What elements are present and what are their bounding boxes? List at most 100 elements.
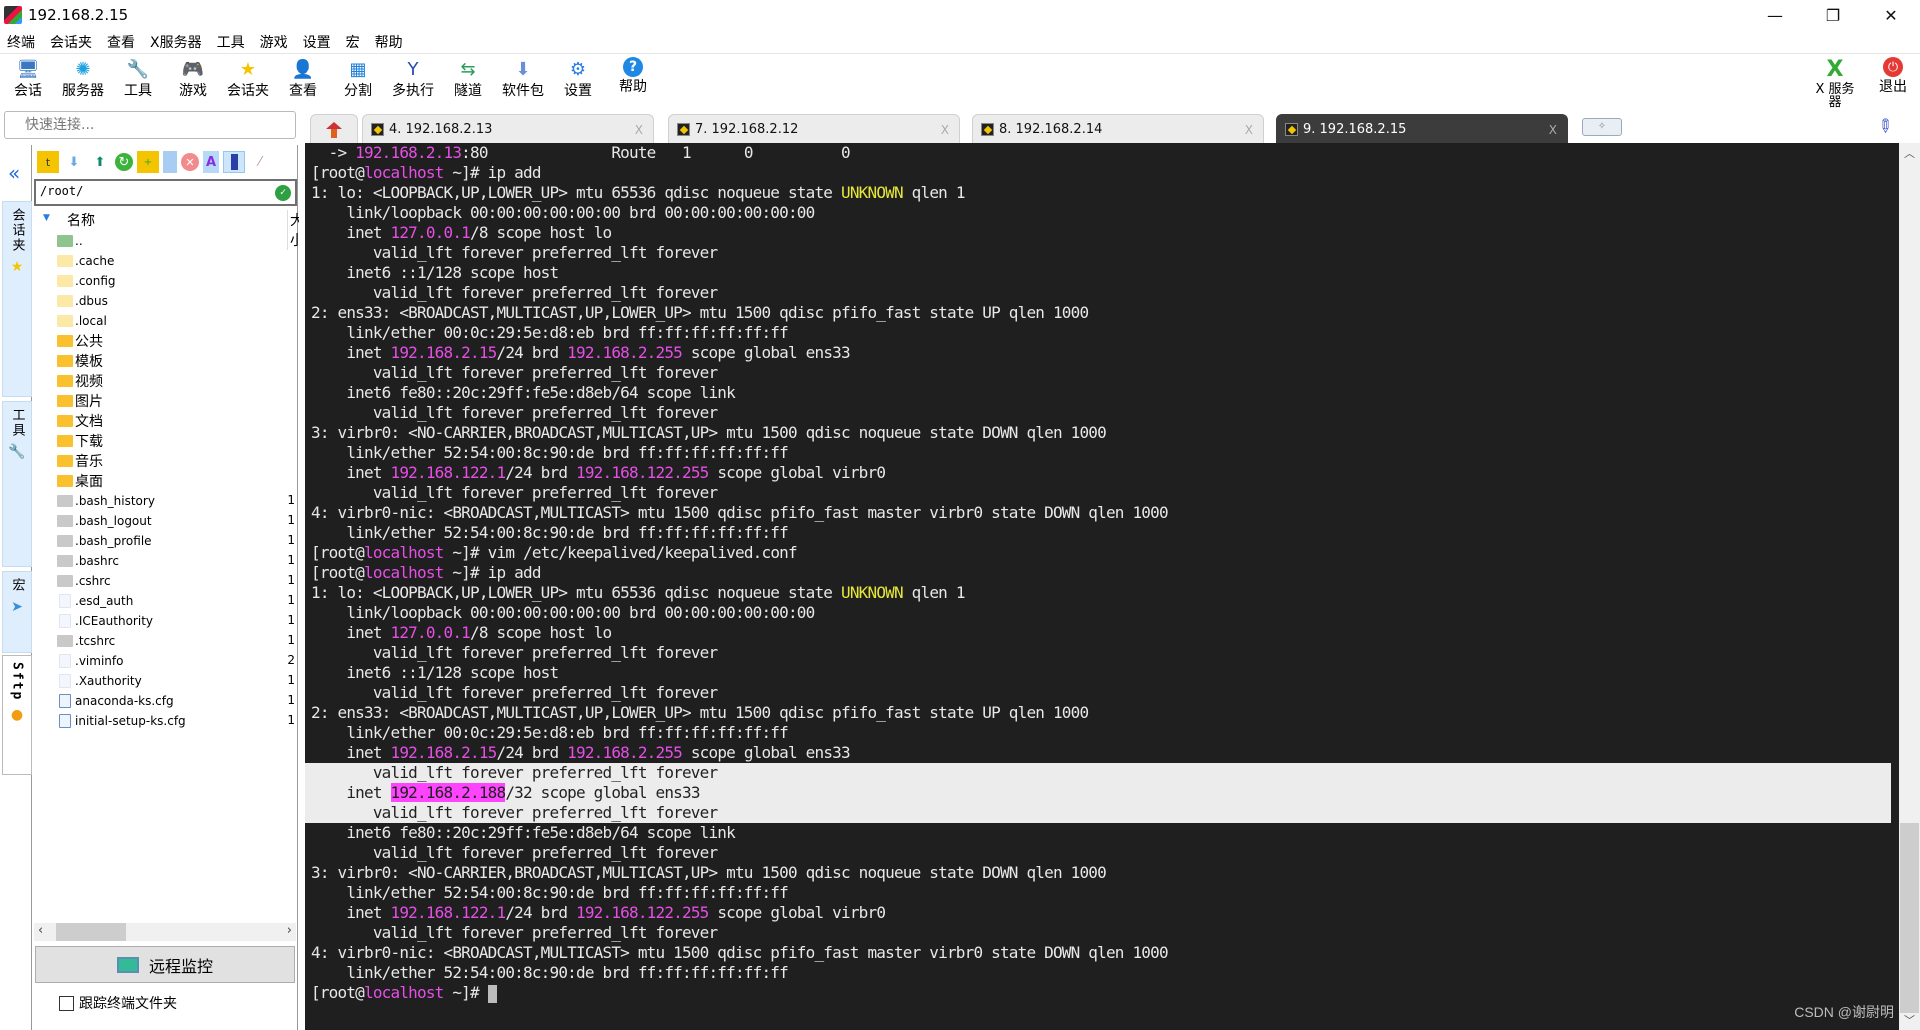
file-row[interactable]: 视频 (33, 371, 297, 391)
file-row[interactable]: .bash_history 1 (33, 491, 297, 511)
minimize-button[interactable]: — (1746, 0, 1804, 30)
toolbar-power[interactable]: ⏻ 退出 (1866, 55, 1920, 107)
scroll-down-icon[interactable]: ﹀ (1904, 1012, 1915, 1028)
scroll-right-icon[interactable]: › (287, 923, 292, 938)
sftp-path-input[interactable]: /root/ ✓ (34, 179, 297, 206)
path-ok-icon[interactable]: ✓ (275, 185, 291, 201)
toolbar-x-server[interactable]: XX 服务器 (1808, 55, 1862, 110)
menu-item[interactable]: 会话夹 (43, 32, 100, 52)
refresh-icon[interactable]: ↻ (115, 153, 133, 171)
watermark: CSDN @谢尉明 (1794, 1004, 1894, 1020)
toolbar-packages[interactable]: ⬇ 软件包 (496, 55, 550, 107)
collapse-sidebar-icon[interactable]: « (8, 161, 20, 185)
file-row[interactable]: .Xauthority 1 (33, 671, 297, 691)
new-file-icon[interactable] (163, 151, 177, 173)
sidetab-宏[interactable]: 宏 ➤ (2, 571, 32, 653)
toolbar-star[interactable]: ★ 会话夹 (221, 55, 275, 107)
file-row[interactable]: .viminfo 2 (33, 651, 297, 671)
file-row[interactable]: .bash_logout 1 (33, 511, 297, 531)
checkbox[interactable] (59, 995, 74, 1011)
delete-icon[interactable]: ✕ (181, 153, 199, 171)
toolbar-split[interactable]: ▦ 分割 (331, 55, 385, 107)
toolbar-settings[interactable]: ⚙ 设置 (551, 55, 605, 107)
column-name[interactable]: 名称 (67, 210, 95, 230)
horizontal-scrollbar[interactable]: ‹ › (34, 923, 296, 941)
file-row[interactable]: 文档 (33, 411, 297, 431)
file-row[interactable]: 桌面 (33, 471, 297, 491)
tab-close-icon[interactable]: X (1245, 123, 1253, 137)
scroll-up-icon[interactable]: ︿ (1904, 145, 1915, 161)
remote-monitoring-button[interactable]: 远程监控 (35, 946, 295, 983)
file-row[interactable]: .tcshrc 1 (33, 631, 297, 651)
toolbar-multiexec[interactable]: Y 多执行 (386, 55, 440, 107)
file-row[interactable]: .. (33, 231, 297, 251)
sidetab-会话夹[interactable]: 会话夹 ★ (2, 201, 32, 397)
tab-close-icon[interactable]: X (941, 123, 949, 137)
download-icon[interactable]: ⬇ (63, 151, 85, 173)
file-row[interactable]: .local (33, 311, 297, 331)
toolbar-session[interactable]: 🖥 会话 (1, 55, 55, 107)
rename-icon[interactable]: A (203, 151, 219, 173)
toolbar-help[interactable]: ? 帮助 (606, 55, 660, 107)
magic-wand-icon[interactable]: ⁄ (249, 151, 271, 173)
toolbar-games[interactable]: 🎮 游戏 (166, 55, 220, 107)
sidetab-工具[interactable]: 工具 🔧 (2, 401, 32, 567)
tab-session[interactable]: 9. 192.168.2.15 X (1276, 114, 1568, 144)
terminal-text: qlen 1 (902, 583, 966, 602)
sidetab-sftp[interactable]: Sftp ● (2, 655, 32, 775)
tab-label: 9. 192.168.2.15 (1303, 122, 1407, 137)
terminal-text: ~]# ip add (443, 563, 541, 582)
terminal-scrollbar[interactable]: ︿ ﹀ (1899, 143, 1920, 1030)
file-row[interactable]: 图片 (33, 391, 297, 411)
file-row[interactable]: .config (33, 271, 297, 291)
toggle-view-icon[interactable] (223, 151, 245, 173)
new-tab-button[interactable]: ✧ (1582, 118, 1622, 136)
tab-close-icon[interactable]: X (1549, 123, 1557, 137)
tab-home[interactable] (310, 114, 358, 144)
menu-item[interactable]: 终端 (0, 32, 43, 52)
file-row[interactable]: .bash_profile 1 (33, 531, 297, 551)
toolbar-tunnel[interactable]: ⇆ 隧道 (441, 55, 495, 107)
toolbar-servers[interactable]: ✺ 服务器 (56, 55, 110, 107)
close-button[interactable]: ✕ (1862, 0, 1920, 30)
attachment-icon[interactable]: ✎ (1872, 114, 1898, 140)
toolbar-tools[interactable]: 🔧 工具 (111, 55, 165, 107)
tab-session[interactable]: 7. 192.168.2.12 X (668, 114, 960, 144)
file-row[interactable]: .dbus (33, 291, 297, 311)
new-folder-icon[interactable]: + (137, 151, 159, 173)
file-row[interactable]: 下载 (33, 431, 297, 451)
menu-item[interactable]: 设置 (296, 32, 339, 52)
menu-item[interactable]: 游戏 (253, 32, 296, 52)
file-row[interactable]: anaconda-ks.cfg 1 (33, 691, 297, 711)
upload-icon[interactable]: ⬆ (89, 151, 111, 173)
file-row[interactable]: .cache (33, 251, 297, 271)
file-row[interactable]: 公共 (33, 331, 297, 351)
tab-session[interactable]: 4. 192.168.2.13 X (362, 114, 654, 144)
file-row[interactable]: .esd_auth 1 (33, 591, 297, 611)
file-row[interactable]: 模板 (33, 351, 297, 371)
file-row[interactable]: .cshrc 1 (33, 571, 297, 591)
file-row[interactable]: .ICEauthority 1 (33, 611, 297, 631)
menu-item[interactable]: 工具 (210, 32, 253, 52)
restore-button[interactable]: ❐ (1804, 0, 1862, 30)
follow-terminal-folder-checkbox[interactable]: 跟踪终端文件夹 (59, 993, 177, 1013)
mobaxterm-logo-icon (4, 6, 22, 24)
parent-folder-icon[interactable]: t (37, 151, 59, 173)
file-row[interactable]: .bashrc 1 (33, 551, 297, 571)
menu-item[interactable]: 宏 (339, 32, 368, 52)
terminal-line: valid_lft forever preferred_lft forever (305, 683, 1899, 703)
toolbar-view[interactable]: 👤 查看 (276, 55, 330, 107)
menu-item[interactable]: X服务器 (143, 32, 210, 52)
tab-close-icon[interactable]: X (635, 123, 643, 137)
menu-item[interactable]: 查看 (100, 32, 143, 52)
scroll-left-icon[interactable]: ‹ (38, 923, 43, 938)
terminal-line: inet 127.0.0.1/8 scope host lo (305, 623, 1899, 643)
quick-connect-input[interactable]: 快速连接... (4, 111, 296, 139)
file-row[interactable]: 音乐 (33, 451, 297, 471)
terminal[interactable]: -> 192.168.2.13:80 Route 1 0 0 [root@loca… (305, 143, 1899, 1030)
terminal-scrollbar-thumb[interactable] (1900, 823, 1919, 1013)
tab-session[interactable]: 8. 192.168.2.14 X (972, 114, 1264, 144)
file-row[interactable]: initial-setup-ks.cfg 1 (33, 711, 297, 731)
scrollbar-thumb[interactable] (56, 923, 126, 941)
menu-item[interactable]: 帮助 (368, 32, 411, 52)
